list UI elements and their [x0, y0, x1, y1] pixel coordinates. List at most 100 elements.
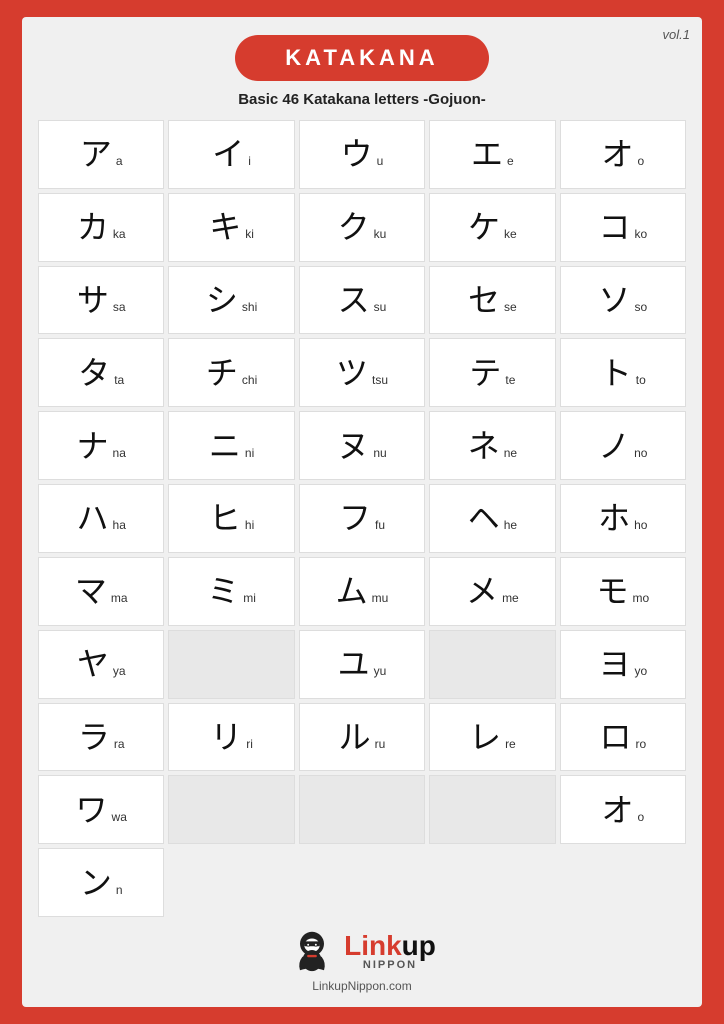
- kana-char: コ: [598, 211, 630, 243]
- kana-char: ヘ: [468, 502, 500, 534]
- roma-char: mo: [632, 591, 649, 605]
- table-row: トto: [560, 338, 686, 407]
- kana-char: ラ: [78, 721, 110, 753]
- page-title: KATAKANA: [285, 45, 438, 70]
- table-row: [429, 630, 555, 699]
- table-row: ロ ro: [560, 703, 686, 772]
- kana-char: ナ: [77, 430, 109, 462]
- roma-char: te: [505, 373, 515, 387]
- title-badge: KATAKANA: [235, 35, 488, 81]
- table-row: エe: [429, 120, 555, 189]
- roma-char: ho: [634, 518, 647, 532]
- kana-char: ワ: [76, 794, 108, 826]
- roma-char: ta: [114, 373, 124, 387]
- roma-char: ka: [113, 227, 126, 241]
- table-row: タta: [38, 338, 164, 407]
- kana-char: イ: [212, 138, 244, 170]
- table-row: [299, 775, 425, 844]
- roma-char: no: [634, 446, 647, 460]
- table-row: ニ ni: [168, 411, 294, 480]
- table-row: ンn: [38, 848, 164, 917]
- table-row: イi: [168, 120, 294, 189]
- table-row: ナ na: [38, 411, 164, 480]
- roma-char: n: [116, 883, 123, 897]
- table-row: ラra: [38, 703, 164, 772]
- table-row: チchi: [168, 338, 294, 407]
- kana-char: ト: [600, 357, 632, 389]
- roma-char: ma: [111, 591, 128, 605]
- vol-label: vol.1: [663, 27, 690, 42]
- roma-char: he: [504, 518, 517, 532]
- table-row: スsu: [299, 266, 425, 335]
- table-row: [168, 630, 294, 699]
- kana-char: ア: [80, 138, 112, 170]
- kana-char: ロ: [599, 721, 631, 753]
- kana-char: ム: [336, 575, 368, 607]
- roma-char: e: [507, 154, 514, 168]
- table-row: モ mo: [560, 557, 686, 626]
- kana-char: シ: [206, 284, 238, 316]
- katakana-grid: アaイiウuエeオoカkaキkiクkuケkeコkoサsaシshiスsuセseソs…: [38, 120, 686, 917]
- kana-char: セ: [468, 284, 500, 316]
- kana-char: ユ: [338, 648, 370, 680]
- kana-char: ハ: [77, 502, 109, 534]
- roma-char: ri: [246, 737, 253, 751]
- footer: Linkup NIPPON LinkupNippon.com: [288, 927, 436, 993]
- roma-char: ne: [504, 446, 517, 460]
- link-text: Linkup: [344, 932, 436, 960]
- roma-char: mu: [372, 591, 389, 605]
- roma-char: shi: [242, 300, 257, 314]
- kana-char: ソ: [598, 284, 630, 316]
- roma-char: wa: [112, 810, 127, 824]
- kana-char: エ: [471, 138, 503, 170]
- kana-char: マ: [75, 575, 107, 607]
- kana-char: ツ: [336, 357, 368, 389]
- kana-char: テ: [469, 357, 501, 389]
- kana-char: チ: [206, 357, 238, 389]
- table-row: シ shi: [168, 266, 294, 335]
- table-row: ル ru: [299, 703, 425, 772]
- table-row: オo: [560, 775, 686, 844]
- table-row: ヌnu: [299, 411, 425, 480]
- table-row: リri: [168, 703, 294, 772]
- roma-char: sa: [113, 300, 126, 314]
- kana-char: ホ: [598, 502, 630, 534]
- table-row: テ te: [429, 338, 555, 407]
- table-row: ヨyo: [560, 630, 686, 699]
- roma-char: me: [502, 591, 519, 605]
- kana-char: メ: [466, 575, 498, 607]
- table-row: アa: [38, 120, 164, 189]
- roma-char: ru: [375, 737, 386, 751]
- roma-char: tsu: [372, 373, 388, 387]
- roma-char: a: [116, 154, 123, 168]
- table-row: ヘ he: [429, 484, 555, 553]
- table-row: セse: [429, 266, 555, 335]
- kana-char: キ: [209, 211, 241, 243]
- kana-char: ン: [80, 867, 112, 899]
- roma-char: ya: [113, 664, 126, 678]
- roma-char: ni: [245, 446, 254, 460]
- kana-char: ヌ: [337, 430, 369, 462]
- table-row: メ me: [429, 557, 555, 626]
- kana-char: モ: [596, 575, 628, 607]
- kana-char: ネ: [468, 430, 500, 462]
- kana-char: ニ: [209, 430, 241, 462]
- table-row: サsa: [38, 266, 164, 335]
- table-row: ホ ho: [560, 484, 686, 553]
- table-row: ユyu: [299, 630, 425, 699]
- table-row: ソso: [560, 266, 686, 335]
- table-row: ハha: [38, 484, 164, 553]
- logo-area: Linkup NIPPON: [288, 927, 436, 975]
- roma-char: ke: [504, 227, 517, 241]
- kana-char: ル: [339, 721, 371, 753]
- nippon-label: NIPPON: [344, 960, 436, 971]
- table-row: [168, 775, 294, 844]
- roma-char: ko: [634, 227, 647, 241]
- kana-char: ウ: [341, 138, 373, 170]
- roma-char: fu: [375, 518, 385, 532]
- roma-char: i: [248, 154, 251, 168]
- roma-char: ku: [374, 227, 387, 241]
- roma-char: ro: [635, 737, 646, 751]
- roma-char: o: [637, 154, 644, 168]
- roma-char: na: [113, 446, 126, 460]
